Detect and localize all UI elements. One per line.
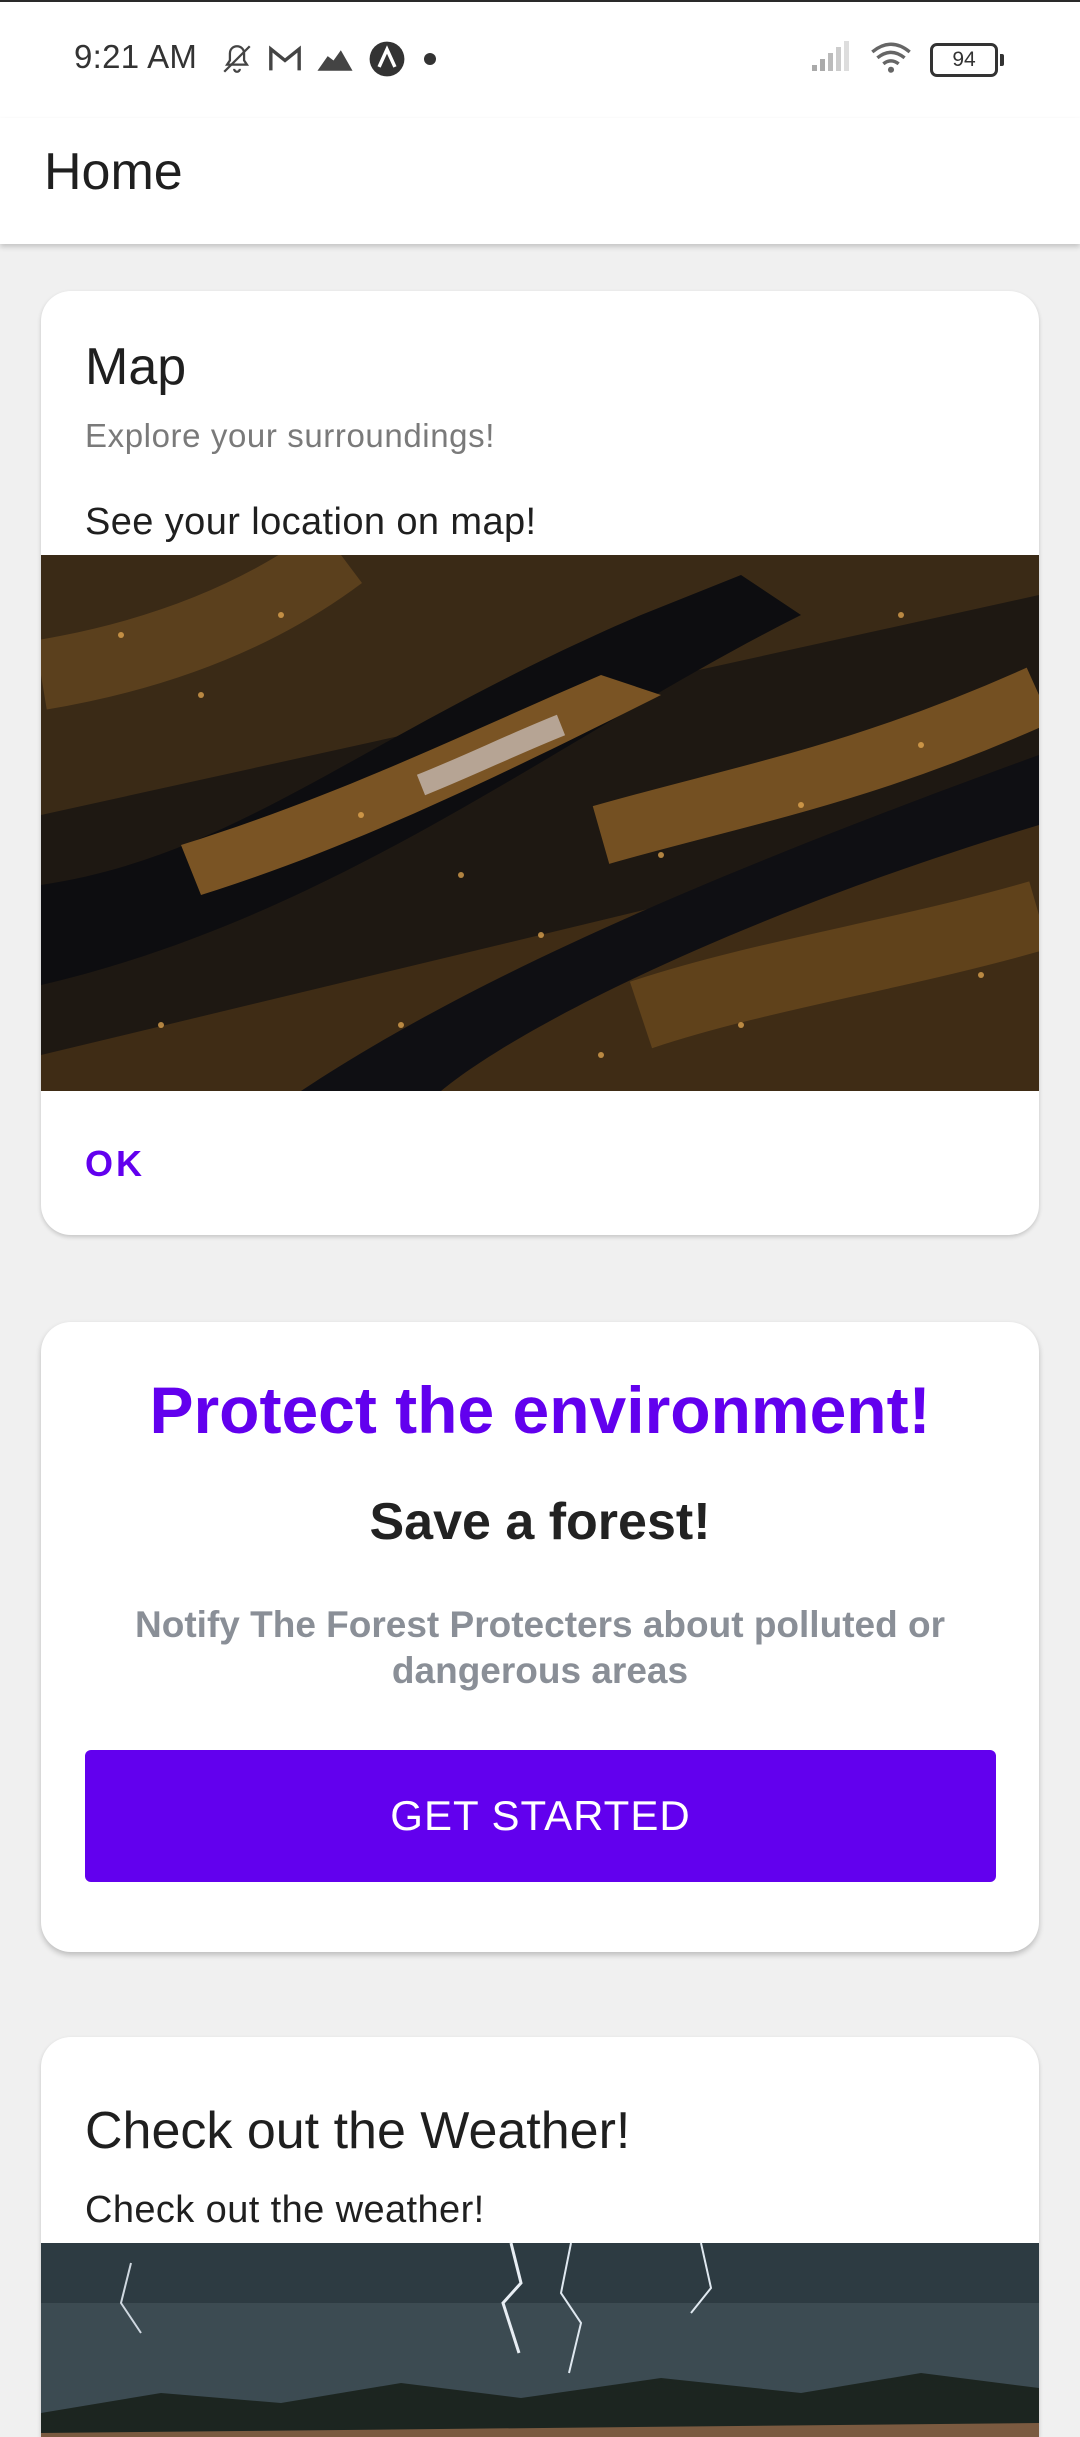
environment-card-description: Notify The Forest Protecters about pollu… [135, 1604, 945, 1691]
lightning-storm-image [41, 2243, 1039, 2437]
get-started-button[interactable]: GET STARTED [85, 1750, 996, 1882]
map-card-subtitle: Explore your surroundings! [85, 417, 495, 454]
page-title: Home [44, 143, 183, 201]
battery-level: 94 [930, 42, 998, 77]
system-icons: 94 [810, 40, 1004, 79]
signal-icon [810, 41, 852, 78]
weather-card: Check out the Weather! Check out the wea… [41, 2037, 1039, 2437]
notification-icons [220, 40, 440, 83]
gmail-icon [268, 44, 302, 79]
map-card: Map Explore your surroundings! See your … [41, 291, 1039, 1235]
environment-card-title: Protect the environment! [149, 1373, 931, 1447]
cloud-icon [316, 45, 354, 78]
weather-card-title: Check out the Weather! [85, 2102, 631, 2160]
city-night-aerial-image [41, 555, 1039, 1091]
environment-card-subtitle: Save a forest! [369, 1493, 711, 1551]
app-a-icon [368, 40, 406, 83]
battery-icon: 94 [930, 42, 1004, 77]
weather-card-subtitle: Check out the weather! [85, 2189, 485, 2231]
app-bar: Home [0, 118, 1080, 244]
ok-button[interactable]: OK [85, 1143, 145, 1185]
map-card-title: Map [85, 338, 187, 396]
status-time: 9:21 AM [74, 38, 198, 75]
notifications-off-icon [220, 42, 254, 81]
dot-icon [420, 49, 440, 74]
environment-card: Protect the environment! Save a forest! … [41, 1322, 1039, 1952]
status-bar: 9:21 AM 94 [0, 0, 1080, 118]
wifi-icon [870, 40, 912, 79]
map-card-text: See your location on map! [85, 501, 537, 543]
